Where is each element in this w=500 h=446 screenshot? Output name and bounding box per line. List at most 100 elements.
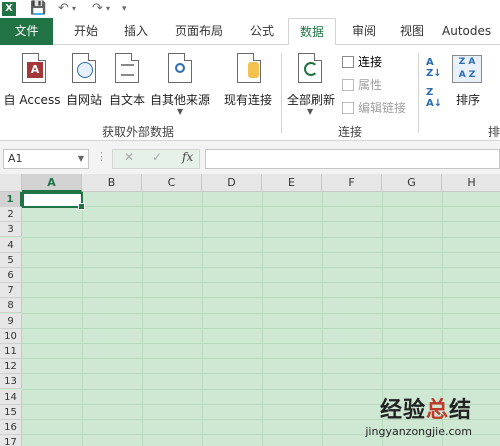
redo-dropdown-icon[interactable]: ▾ <box>106 1 110 17</box>
formula-input[interactable] <box>205 149 500 169</box>
tab-file[interactable]: 文件 <box>0 18 53 45</box>
gridline-horizontal <box>22 327 500 329</box>
row-header-11[interactable]: 11 <box>0 344 22 359</box>
tab-home[interactable]: 开始 <box>64 18 108 45</box>
edit-links-icon <box>342 102 354 114</box>
gridline-vertical <box>82 192 83 446</box>
existing-connections-button[interactable]: 现有连接 <box>220 49 276 119</box>
row-header-12[interactable]: 12 <box>0 359 22 375</box>
refresh-all-button[interactable]: 全部刷新 ▼ <box>284 49 338 123</box>
from-text-label: 自文本 <box>108 93 145 107</box>
enter-icon[interactable]: ✓ <box>152 150 162 164</box>
tab-autodesk[interactable]: Autodes <box>442 18 500 45</box>
from-web-button[interactable]: 自网站 <box>62 49 106 119</box>
access-icon: A <box>22 53 46 83</box>
gridline-horizontal <box>22 373 500 375</box>
excel-logo-icon: X <box>2 2 16 16</box>
row-header-17[interactable]: 17 <box>0 435 22 446</box>
undo-icon[interactable]: ↶ <box>58 1 69 17</box>
column-header-a[interactable]: A <box>22 174 82 192</box>
row-header-9[interactable]: 9 <box>0 313 22 329</box>
customize-icon[interactable]: ▾ <box>122 1 127 17</box>
row-header-3[interactable]: 3 <box>0 222 22 238</box>
gridline-horizontal <box>22 221 500 223</box>
row-header-8[interactable]: 8 <box>0 298 22 314</box>
cancel-icon[interactable]: ✕ <box>124 150 134 164</box>
selected-cell-a1[interactable] <box>22 192 85 210</box>
row-header-10[interactable]: 10 <box>0 328 22 344</box>
sort-icon: Z AA Z <box>452 55 482 83</box>
watermark-url: jingyanzongjie.com <box>365 425 472 438</box>
column-header-d[interactable]: D <box>202 174 262 192</box>
text-icon <box>115 53 139 83</box>
row-header-14[interactable]: 14 <box>0 389 22 405</box>
refresh-all-label: 全部刷新 <box>286 93 335 107</box>
gridline-horizontal <box>22 206 500 208</box>
refresh-icon <box>298 53 322 83</box>
sort-ascending-icon[interactable]: A Z↓ <box>426 57 442 79</box>
row-header-5[interactable]: 5 <box>0 252 22 268</box>
chevron-down-icon[interactable]: ▼ <box>78 150 84 168</box>
insert-function-icon[interactable]: fx <box>182 150 193 164</box>
row-header-4[interactable]: 4 <box>0 237 22 253</box>
connections-button[interactable]: 连接 <box>342 53 382 70</box>
chevron-down-icon: ▼ <box>177 107 184 116</box>
tab-review[interactable]: 审阅 <box>344 18 384 45</box>
row-header-15[interactable]: 15 <box>0 404 22 420</box>
gridline-horizontal <box>22 267 500 268</box>
from-access-button[interactable]: A 自 Access <box>2 49 62 119</box>
existing-connections-label: 现有连接 <box>223 93 272 107</box>
gridline-vertical <box>142 192 143 446</box>
tab-page-layout[interactable]: 页面布局 <box>166 18 232 45</box>
watermark-title-end: 结 <box>448 398 472 423</box>
tab-view[interactable]: 视图 <box>392 18 432 45</box>
gridline-horizontal <box>22 343 500 344</box>
column-header-g[interactable]: G <box>382 174 442 192</box>
row-header-16[interactable]: 16 <box>0 420 22 435</box>
column-header-e[interactable]: E <box>262 174 322 192</box>
connections-label: 连接 <box>358 55 383 69</box>
from-text-button[interactable]: 自文本 <box>106 49 148 119</box>
row-header-1[interactable]: 1 <box>0 192 22 207</box>
name-box-value: A1 <box>8 152 23 165</box>
row-header-2[interactable]: 2 <box>0 207 22 223</box>
column-header-b[interactable]: B <box>82 174 142 192</box>
column-header-c[interactable]: C <box>142 174 202 192</box>
edit-links-button[interactable]: 编辑链接 <box>342 99 406 116</box>
other-sources-icon <box>168 53 192 83</box>
ribbon-separator <box>418 53 419 133</box>
column-header-h[interactable]: H <box>442 174 500 192</box>
grip-icon: ⋮ <box>96 150 107 163</box>
sort-descending-icon[interactable]: Z A↓ <box>426 87 442 109</box>
from-access-label: 自 Access <box>3 93 61 107</box>
row-header-13[interactable]: 13 <box>0 374 22 390</box>
redo-icon[interactable]: ↷ <box>92 1 103 17</box>
properties-button[interactable]: 属性 <box>342 76 382 93</box>
tab-data[interactable]: 数据 <box>288 18 336 46</box>
gridline-vertical <box>202 192 203 446</box>
watermark: 经验总结 jingyanzongjie.com <box>365 392 472 438</box>
gridline-vertical <box>262 192 263 446</box>
ribbon-tabs: 文件 开始 插入 页面布局 公式 数据 审阅 视图 Autodes <box>0 18 500 46</box>
column-header-f[interactable]: F <box>322 174 382 192</box>
watermark-title: 经验 <box>379 398 426 423</box>
undo-dropdown-icon[interactable]: ▾ <box>72 1 76 17</box>
edit-links-label: 编辑链接 <box>358 101 407 115</box>
tab-insert[interactable]: 插入 <box>116 18 156 45</box>
gridline-horizontal <box>22 358 500 360</box>
gridline-horizontal <box>22 251 500 253</box>
gridline-horizontal <box>22 312 500 314</box>
properties-label: 属性 <box>358 78 383 92</box>
name-box[interactable]: A1 ▼ <box>3 149 89 169</box>
gridline-horizontal <box>22 388 500 390</box>
sort-button[interactable]: Z AA Z 排序 <box>448 49 488 119</box>
row-header-7[interactable]: 7 <box>0 283 22 299</box>
from-other-sources-button[interactable]: 自其他来源 ▼ <box>148 49 212 123</box>
select-all-corner[interactable] <box>0 174 22 192</box>
gridline-horizontal <box>22 236 500 238</box>
external-data-group-label: 获取外部数据 <box>102 125 175 139</box>
properties-icon <box>342 79 354 91</box>
tab-formulas[interactable]: 公式 <box>240 18 284 45</box>
row-header-6[interactable]: 6 <box>0 268 22 283</box>
save-icon[interactable]: 💾 <box>30 1 46 17</box>
